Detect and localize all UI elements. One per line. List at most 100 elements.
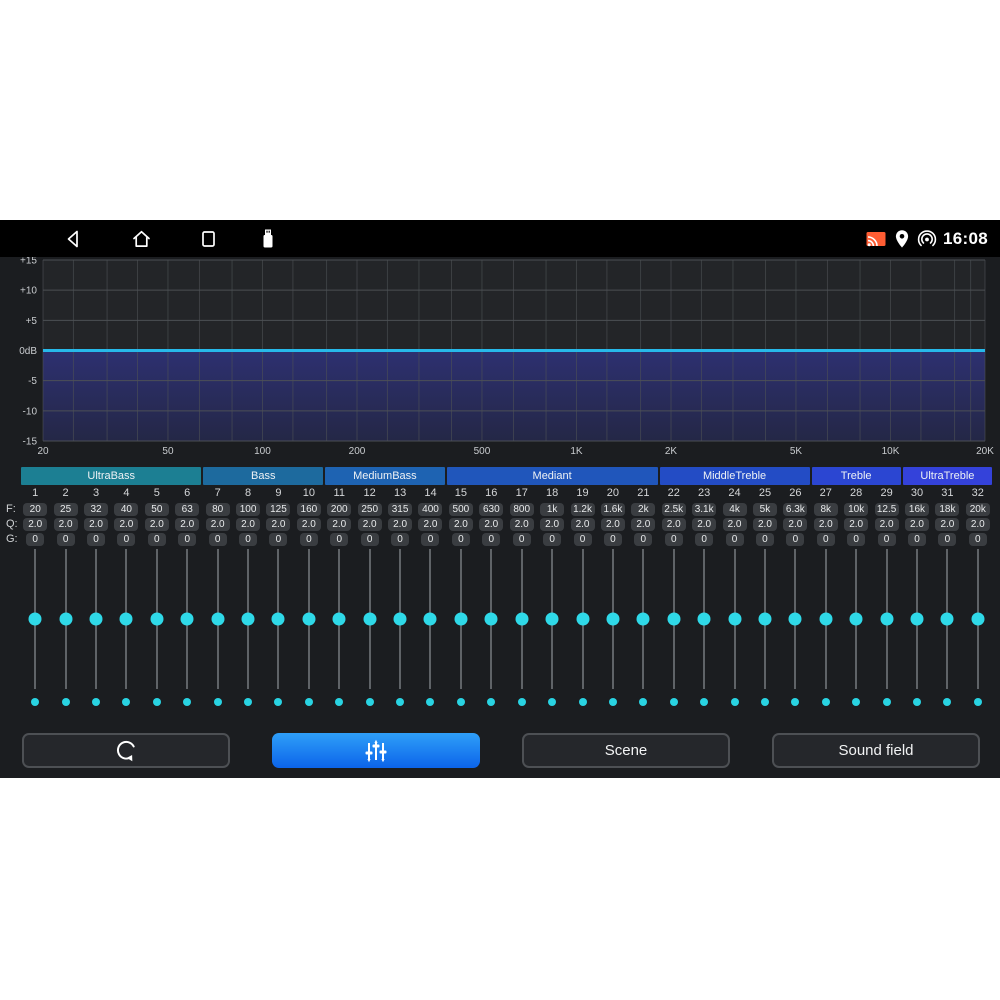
channel-indicator-dot[interactable] xyxy=(153,698,161,706)
slider-handle[interactable] xyxy=(363,613,376,626)
gain-value[interactable]: 0 xyxy=(26,533,44,546)
band-chip-mediumbass[interactable]: MediumBass xyxy=(325,467,445,485)
slider-handle[interactable] xyxy=(424,613,437,626)
gain-value[interactable]: 0 xyxy=(452,533,470,546)
gain-value[interactable]: 0 xyxy=(330,533,348,546)
gain-value[interactable]: 0 xyxy=(786,533,804,546)
slider-handle[interactable] xyxy=(394,613,407,626)
gain-slider[interactable] xyxy=(932,547,962,691)
gain-value[interactable]: 0 xyxy=(300,533,318,546)
slider-handle[interactable] xyxy=(606,613,619,626)
frequency-value[interactable]: 315 xyxy=(388,503,412,516)
band-chip-ultratreble[interactable]: UltraTreble xyxy=(903,467,992,485)
gain-slider[interactable] xyxy=(415,547,445,691)
q-value[interactable]: 2.0 xyxy=(236,518,260,531)
gain-slider[interactable] xyxy=(354,547,384,691)
q-value[interactable]: 2.0 xyxy=(145,518,169,531)
channel-indicator-dot[interactable] xyxy=(609,698,617,706)
q-value[interactable]: 2.0 xyxy=(814,518,838,531)
channel-indicator-dot[interactable] xyxy=(761,698,769,706)
frequency-value[interactable]: 20k xyxy=(966,503,990,516)
frequency-value[interactable]: 500 xyxy=(449,503,473,516)
gain-slider[interactable] xyxy=(233,547,263,691)
slider-handle[interactable] xyxy=(576,613,589,626)
q-value[interactable]: 2.0 xyxy=(783,518,807,531)
slider-handle[interactable] xyxy=(819,613,832,626)
gain-slider[interactable] xyxy=(263,547,293,691)
gain-value[interactable]: 0 xyxy=(634,533,652,546)
gain-slider[interactable] xyxy=(567,547,597,691)
gain-value[interactable]: 0 xyxy=(209,533,227,546)
slider-handle[interactable] xyxy=(242,613,255,626)
gain-value[interactable]: 0 xyxy=(726,533,744,546)
gain-slider[interactable] xyxy=(659,547,689,691)
q-value[interactable]: 2.0 xyxy=(479,518,503,531)
q-value[interactable]: 2.0 xyxy=(662,518,686,531)
q-value[interactable]: 2.0 xyxy=(449,518,473,531)
q-value[interactable]: 2.0 xyxy=(601,518,625,531)
q-value[interactable]: 2.0 xyxy=(631,518,655,531)
frequency-value[interactable]: 6.3k xyxy=(783,503,807,516)
frequency-value[interactable]: 630 xyxy=(479,503,503,516)
gain-slider[interactable] xyxy=(324,547,354,691)
slider-handle[interactable] xyxy=(485,613,498,626)
slider-handle[interactable] xyxy=(59,613,72,626)
gain-value[interactable]: 0 xyxy=(239,533,257,546)
channel-indicator-dot[interactable] xyxy=(426,698,434,706)
q-value[interactable]: 2.0 xyxy=(692,518,716,531)
gain-slider[interactable] xyxy=(537,547,567,691)
channel-indicator-dot[interactable] xyxy=(62,698,70,706)
slider-handle[interactable] xyxy=(150,613,163,626)
slider-handle[interactable] xyxy=(789,613,802,626)
gain-slider[interactable] xyxy=(81,547,111,691)
band-chip-bass[interactable]: Bass xyxy=(203,467,323,485)
q-value[interactable]: 2.0 xyxy=(875,518,899,531)
slider-handle[interactable] xyxy=(515,613,528,626)
frequency-value[interactable]: 1.2k xyxy=(571,503,595,516)
gain-value[interactable]: 0 xyxy=(543,533,561,546)
gain-value[interactable]: 0 xyxy=(878,533,896,546)
q-value[interactable]: 2.0 xyxy=(571,518,595,531)
equalizer-tab-button[interactable] xyxy=(272,733,480,768)
gain-value[interactable]: 0 xyxy=(756,533,774,546)
gain-slider[interactable] xyxy=(172,547,202,691)
gain-slider[interactable] xyxy=(780,547,810,691)
gain-value[interactable]: 0 xyxy=(574,533,592,546)
frequency-value[interactable]: 50 xyxy=(145,503,169,516)
gain-slider[interactable] xyxy=(841,547,871,691)
gain-slider[interactable] xyxy=(628,547,658,691)
slider-handle[interactable] xyxy=(758,613,771,626)
gain-value[interactable]: 0 xyxy=(938,533,956,546)
frequency-value[interactable]: 12.5 xyxy=(875,503,899,516)
frequency-value[interactable]: 32 xyxy=(84,503,108,516)
frequency-value[interactable]: 400 xyxy=(418,503,442,516)
gain-slider[interactable] xyxy=(507,547,537,691)
channel-indicator-dot[interactable] xyxy=(670,698,678,706)
slider-handle[interactable] xyxy=(29,613,42,626)
slider-handle[interactable] xyxy=(454,613,467,626)
frequency-value[interactable]: 2.5k xyxy=(662,503,686,516)
gain-value[interactable]: 0 xyxy=(269,533,287,546)
gain-slider[interactable] xyxy=(50,547,80,691)
slider-handle[interactable] xyxy=(728,613,741,626)
gain-value[interactable]: 0 xyxy=(513,533,531,546)
channel-indicator-dot[interactable] xyxy=(396,698,404,706)
gain-value[interactable]: 0 xyxy=(665,533,683,546)
usb-button[interactable] xyxy=(258,227,278,250)
slider-handle[interactable] xyxy=(910,613,923,626)
gain-value[interactable]: 0 xyxy=(87,533,105,546)
slider-handle[interactable] xyxy=(272,613,285,626)
q-value[interactable]: 2.0 xyxy=(175,518,199,531)
band-chip-treble[interactable]: Treble xyxy=(812,467,901,485)
gain-slider[interactable] xyxy=(446,547,476,691)
channel-indicator-dot[interactable] xyxy=(913,698,921,706)
slider-handle[interactable] xyxy=(941,613,954,626)
q-value[interactable]: 2.0 xyxy=(905,518,929,531)
channel-indicator-dot[interactable] xyxy=(274,698,282,706)
channel-indicator-dot[interactable] xyxy=(457,698,465,706)
gain-slider[interactable] xyxy=(111,547,141,691)
q-value[interactable]: 2.0 xyxy=(418,518,442,531)
gain-slider[interactable] xyxy=(20,547,50,691)
gain-slider[interactable] xyxy=(719,547,749,691)
frequency-value[interactable]: 63 xyxy=(175,503,199,516)
